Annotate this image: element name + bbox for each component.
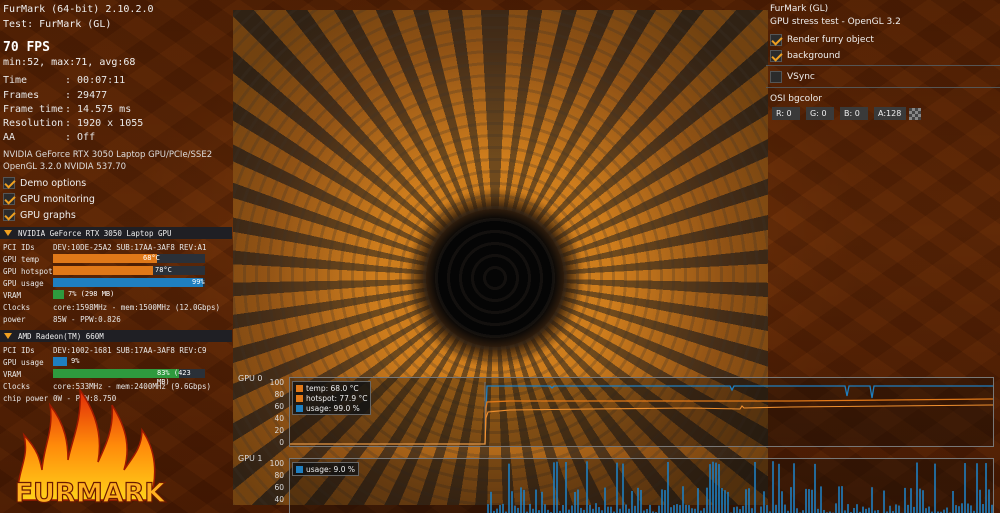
y-tick-label: 20 [274,426,284,435]
stat-frames: Frames: 29477 [3,90,108,101]
stat-aa: AA: Off [3,132,96,143]
color-g-input[interactable]: G: 0 [806,107,834,120]
y-tick-label: 100 [269,459,284,468]
checkbox-icon[interactable] [770,71,782,83]
gpu0-vram-bar: 7% (298 MB) [53,290,205,299]
gpu0-hotspot-bar: 78°C [53,266,205,275]
osi-bgcolor-label: OSI bgcolor [770,94,822,104]
legend-item: temp: 68.0 °C [296,383,367,393]
gpu0-usage-value: 99% [192,278,205,286]
y-tick-label: 60 [274,483,284,492]
gpu0-vram-value: 7% (298 MB) [68,290,115,298]
logo-text: FURMARK [15,478,167,509]
gpu0-temp-bar: 68°C [53,254,205,263]
gpu0-pci-row: PCI IDs DEV:10DE-25A2 SUB:17AA-3AF8 REV:A… [3,242,207,252]
legend-item: usage: 99.0 % [296,403,367,413]
app-title: FurMark (64-bit) 2.10.2.0 [3,4,154,15]
gpu0-graph-panel: GPU 0 100 80 60 40 20 0 temp: 68.0 °C ho… [234,372,1000,448]
legend-swatch [296,384,303,392]
option-gpu-graphs[interactable]: GPU graphs [3,208,76,222]
stat-resolution: Resolution: 1920 x 1055 [3,118,144,129]
gpu0-clocks-row: Clocks core:1598MHz - mem:1500MHz (12.0Gb… [3,302,221,312]
gpu0-hotspot-row: GPU hotspot [3,266,53,276]
divider [766,65,1000,66]
gpu1-graph-bars [487,461,993,513]
right-subtitle: GPU stress test - OpenGL 3.2 [770,17,901,27]
gpu0-legend: temp: 68.0 °C hotspot: 77.9 °C usage: 99… [292,381,372,415]
right-settings-panel: FurMark (GL) GPU stress test - OpenGL 3.… [766,0,1000,130]
gpu0-usage-fill [53,278,203,287]
renderer-line-2: OpenGL 3.2.0 NVIDIA 537.70 [3,162,127,172]
collapse-triangle-icon[interactable] [4,333,12,339]
y-tick-label: 80 [274,390,284,399]
y-tick-label: 80 [274,471,284,480]
color-r-input[interactable]: R: 0 [772,107,800,120]
legend-item: usage: 9.0 % [296,464,355,474]
legend-swatch [296,404,303,412]
divider [766,87,1000,88]
checkbox-icon[interactable] [3,177,15,189]
color-b-input[interactable]: B: 0 [840,107,868,120]
legend-swatch [296,465,303,473]
y-tick-label: 100 [269,378,284,387]
gpu0-hotspot-fill [53,266,153,275]
gpu1-legend: usage: 9.0 % [292,462,359,476]
fps-readout: 70 FPS [3,40,50,55]
checkbox-icon[interactable] [770,50,782,62]
option-background[interactable]: background [770,49,840,63]
gpu0-hotspot-value: 78°C [155,266,172,274]
y-tick-label: 40 [274,414,284,423]
y-tick-label: 60 [274,402,284,411]
renderer-line-1: NVIDIA GeForce RTX 3050 Laptop GPU/PCIe/… [3,150,213,160]
gpu0-temp-fill [53,254,157,263]
gpu0-graph-lines [290,382,993,445]
checkbox-icon[interactable] [3,209,15,221]
right-title: FurMark (GL) [770,4,829,14]
checkbox-icon[interactable] [3,193,15,205]
option-gpu-monitoring[interactable]: GPU monitoring [3,192,95,206]
gpu0-usage-bar: 99% [53,278,205,287]
stat-time: Time: 00:07:11 [3,75,126,86]
collapse-triangle-icon[interactable] [4,230,12,236]
gpu0-power-row: power 85W - PPW:0.826 [3,314,121,324]
y-tick-label: 0 [279,438,284,447]
y-tick-label: 40 [274,495,284,504]
stat-frame-time: Frame time: 14.575 ms [3,104,132,115]
gpu0-usage-row: GPU usage [3,278,44,288]
gpu0-vram-row: VRAM [3,290,22,300]
legend-swatch [296,394,303,402]
color-a-input[interactable]: A:128 [874,107,906,120]
gpu0-section-header[interactable]: NVIDIA GeForce RTX 3050 Laptop GPU [0,227,232,239]
gpu0-temp-line [290,404,993,445]
checkbox-icon[interactable] [770,34,782,46]
color-swatch[interactable] [909,108,921,120]
option-demo-options[interactable]: Demo options [3,176,86,190]
option-vsync[interactable]: VSync [770,70,815,84]
furmark-logo: FURMARK [14,387,167,510]
gpu0-vram-fill [53,290,64,299]
legend-item: hotspot: 77.9 °C [296,393,367,403]
gpu1-graph-panel: GPU 1 100 80 60 40 usage: 9.0 % [234,452,1000,513]
gpu0-temp-row: GPU temp [3,254,40,264]
gpu1-graph-area: usage: 9.0 % [289,458,994,513]
fps-stats: min:52, max:71, avg:68 [3,57,136,68]
gpu0-temp-value: 68°C [143,254,160,262]
gpu0-graph-area: temp: 68.0 °C hotspot: 77.9 °C usage: 99… [289,377,994,447]
option-render-furry-object[interactable]: Render furry object [770,33,874,47]
test-name: Test: FurMark (GL) [3,19,112,30]
gpu1-section-header[interactable]: AMD Radeon(TM) 660M [0,330,232,342]
gpu0-usage-line [290,385,993,445]
